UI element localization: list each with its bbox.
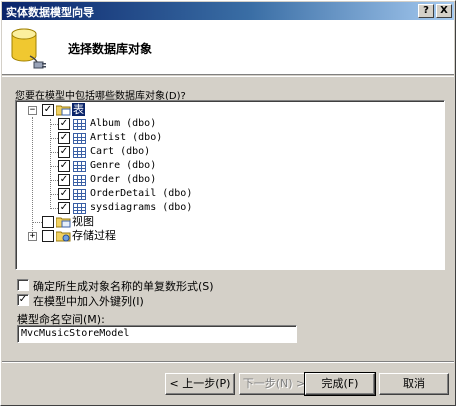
foreign-keys-label: 在模型中加入外键列(I) — [33, 295, 144, 308]
table-label: Album (dbo) — [90, 118, 157, 129]
pluralize-label: 确定所生成对象名称的单复数形式(S) — [33, 280, 214, 293]
table-label: Artist (dbo) — [90, 132, 163, 143]
page-heading: 选择数据库对象 — [68, 42, 153, 56]
help-button[interactable]: ? — [418, 4, 434, 18]
pluralize-option[interactable]: 确定所生成对象名称的单复数形式(S) — [17, 278, 317, 293]
table-icon — [73, 119, 86, 130]
tree-node-stored-procedures[interactable]: + 存储过程 — [16, 229, 216, 243]
table-label: Cart (dbo) — [90, 146, 151, 157]
tree-node-table[interactable]: ✓ OrderDetail (dbo) — [16, 187, 276, 201]
table-checkbox[interactable]: ✓ — [58, 146, 70, 158]
tree-node-table[interactable]: ✓ Order (dbo) — [16, 173, 276, 187]
expand-toggle[interactable]: + — [28, 232, 37, 241]
table-icon — [73, 175, 86, 186]
back-button[interactable]: < 上一步(P) — [165, 373, 235, 395]
table-checkbox[interactable]: ✓ — [58, 118, 70, 130]
tables-folder-icon — [56, 105, 71, 116]
stored-procedures-checkbox[interactable] — [42, 230, 54, 242]
table-checkbox[interactable]: ✓ — [58, 202, 70, 214]
next-button[interactable]: 下一步(N) > — [239, 373, 309, 395]
table-icon — [73, 147, 86, 158]
tree-node-table[interactable]: ✓ Album (dbo) — [16, 117, 276, 131]
title-bar[interactable]: 实体数据模型向导 ? X — [2, 2, 454, 20]
table-icon — [73, 133, 86, 144]
stored-procedures-folder-icon — [56, 231, 71, 242]
table-label: OrderDetail (dbo) — [90, 188, 193, 199]
table-icon — [73, 189, 86, 200]
header-divider — [2, 76, 454, 77]
wizard-window: 实体数据模型向导 ? X 选择数据库对象 您要在模型中包括哪些数据库对象(D)?… — [0, 0, 456, 406]
collapse-toggle[interactable]: − — [28, 106, 37, 115]
tables-label: 表 — [72, 103, 85, 116]
table-checkbox[interactable]: ✓ — [58, 188, 70, 200]
foreign-keys-checkbox[interactable]: ✓ — [17, 294, 29, 306]
pluralize-checkbox[interactable] — [17, 279, 29, 291]
tree-node-tables[interactable]: − ✓ 表 — [16, 103, 216, 117]
tree-node-views[interactable]: 视图 — [16, 215, 216, 229]
wizard-header: 选择数据库对象 — [2, 20, 454, 75]
cancel-button[interactable]: 取消 — [379, 373, 449, 395]
tree-node-table[interactable]: ✓ Cart (dbo) — [16, 145, 276, 159]
database-icon — [11, 28, 46, 69]
table-checkbox[interactable]: ✓ — [58, 174, 70, 186]
finish-button[interactable]: 完成(F) — [304, 372, 376, 396]
foreign-keys-option[interactable]: ✓ 在模型中加入外键列(I) — [17, 293, 317, 308]
tree-node-table[interactable]: ✓ Genre (dbo) — [16, 159, 276, 173]
database-objects-tree[interactable]: − ✓ 表 ✓ Album (dbo) ✓ Artist (dbo) ✓ Car… — [15, 100, 445, 270]
views-folder-icon — [56, 217, 71, 228]
table-label: Order (dbo) — [90, 174, 157, 185]
close-button[interactable]: X — [436, 4, 452, 18]
tree-node-table[interactable]: ✓ sysdiagrams (dbo) — [16, 201, 276, 215]
views-checkbox[interactable] — [42, 216, 54, 228]
table-icon — [73, 161, 86, 172]
namespace-input[interactable]: MvcMusicStoreModel — [17, 325, 297, 343]
table-label: Genre (dbo) — [90, 160, 157, 171]
table-icon — [73, 203, 86, 214]
views-label: 视图 — [72, 215, 94, 228]
tree-node-table[interactable]: ✓ Artist (dbo) — [16, 131, 276, 145]
table-checkbox[interactable]: ✓ — [58, 160, 70, 172]
tables-checkbox[interactable]: ✓ — [42, 104, 54, 116]
stored-procedures-label: 存储过程 — [72, 229, 116, 242]
table-label: sysdiagrams (dbo) — [90, 202, 193, 213]
window-title: 实体数据模型向导 — [6, 6, 94, 19]
table-checkbox[interactable]: ✓ — [58, 132, 70, 144]
